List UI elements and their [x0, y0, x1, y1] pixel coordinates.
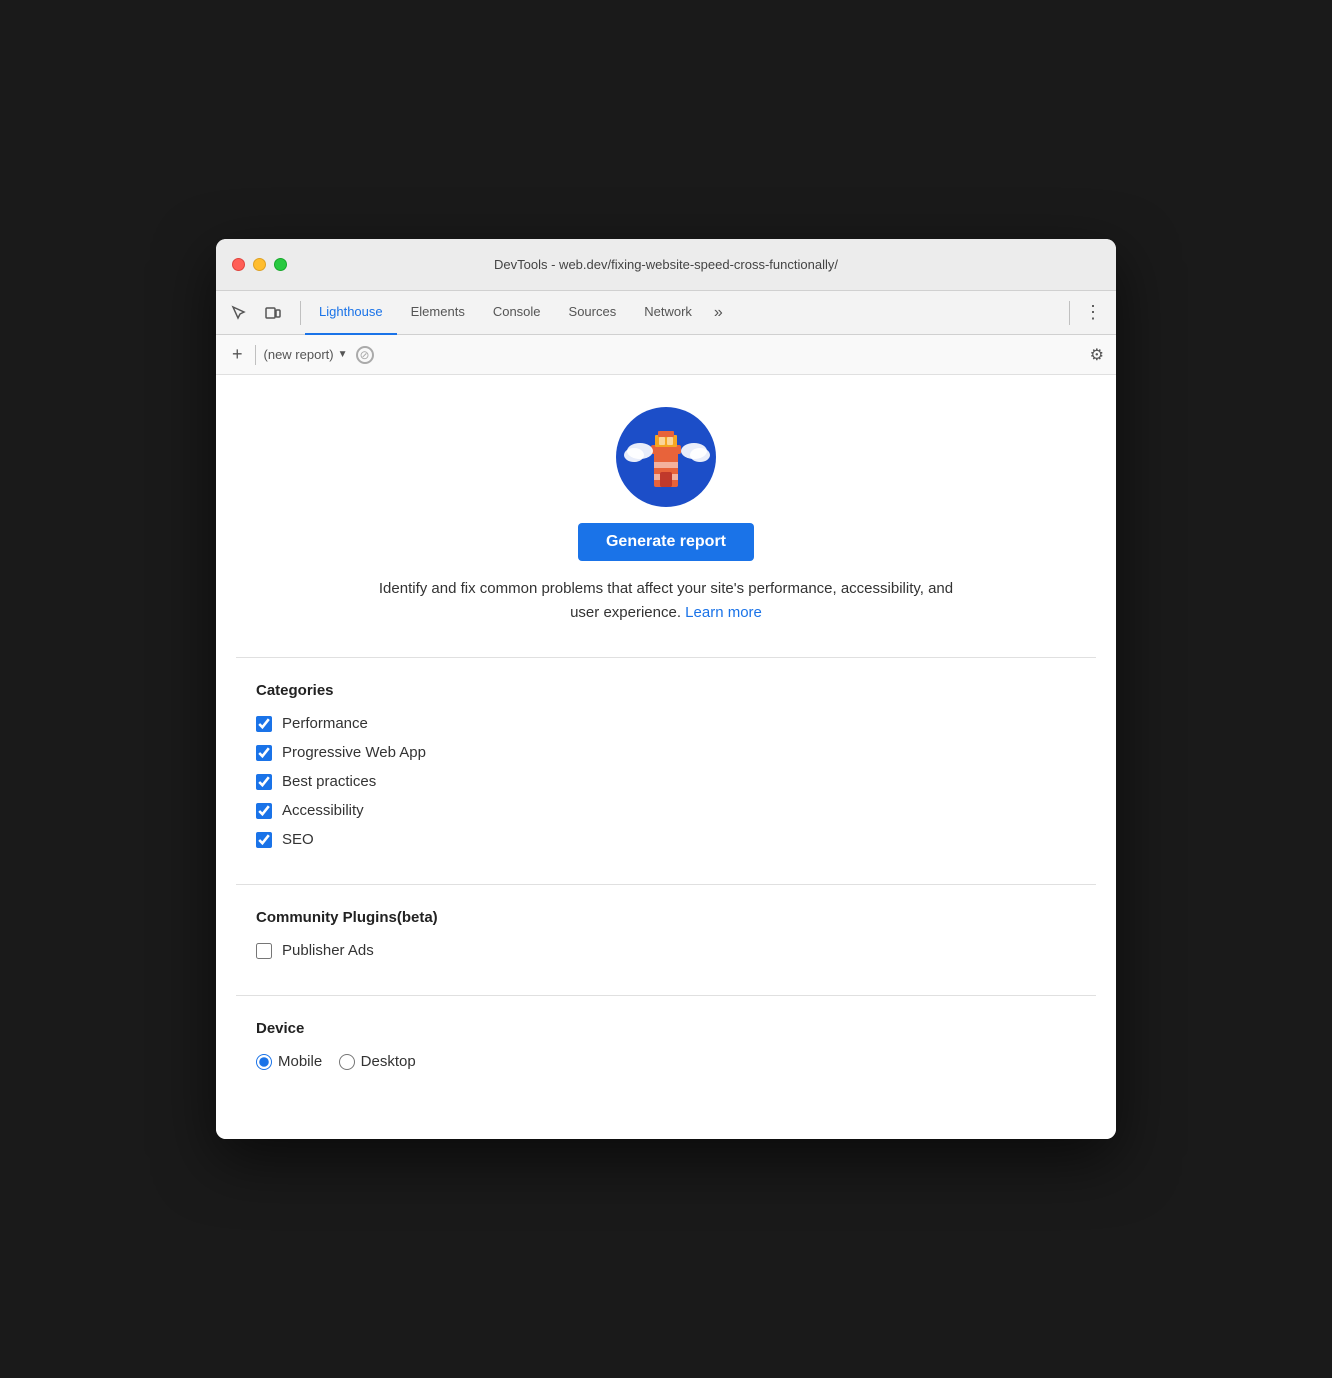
checkbox-publisher-ads[interactable]: Publisher Ads: [256, 942, 1076, 959]
hero-section: Generate report Identify and fix common …: [236, 407, 1096, 658]
inspect-icon[interactable]: [224, 298, 254, 328]
new-report-button[interactable]: +: [228, 342, 247, 367]
device-toggle-icon[interactable]: [258, 298, 288, 328]
tabs-container: Lighthouse Elements Console Sources Netw…: [305, 291, 731, 335]
tab-sources[interactable]: Sources: [555, 291, 631, 335]
hero-description: Identify and fix common problems that af…: [366, 577, 966, 625]
device-section: Device Mobile Desktop: [236, 996, 1096, 1099]
report-selector[interactable]: (new report) ▼: [264, 347, 348, 362]
checkbox-seo[interactable]: SEO: [256, 831, 1076, 848]
block-icon[interactable]: ⊘: [356, 346, 374, 364]
traffic-lights: [232, 258, 287, 271]
tab-lighthouse[interactable]: Lighthouse: [305, 291, 397, 335]
subtoolbar: + (new report) ▼ ⊘ ⚙: [216, 335, 1116, 375]
close-button[interactable]: [232, 258, 245, 271]
community-plugins-section: Community Plugins(beta) Publisher Ads: [236, 885, 1096, 996]
community-plugins-title: Community Plugins(beta): [256, 909, 1076, 926]
more-tabs-button[interactable]: »: [706, 291, 731, 335]
learn-more-link[interactable]: Learn more: [685, 604, 762, 621]
settings-icon[interactable]: ⚙: [1090, 345, 1104, 365]
checkbox-accessibility[interactable]: Accessibility: [256, 802, 1076, 819]
categories-title: Categories: [256, 682, 1076, 699]
toolbar-icons: [224, 298, 288, 328]
more-options-button[interactable]: ⋮: [1078, 298, 1108, 327]
lighthouse-logo: [616, 407, 716, 507]
checkbox-best-practices[interactable]: Best practices: [256, 773, 1076, 790]
minimize-button[interactable]: [253, 258, 266, 271]
checkbox-pwa[interactable]: Progressive Web App: [256, 744, 1076, 761]
maximize-button[interactable]: [274, 258, 287, 271]
device-title: Device: [256, 1020, 1076, 1037]
tab-elements[interactable]: Elements: [397, 291, 479, 335]
titlebar: DevTools - web.dev/fixing-website-speed-…: [216, 239, 1116, 291]
devtools-window: DevTools - web.dev/fixing-website-speed-…: [216, 239, 1116, 1139]
toolbar-divider: [300, 301, 301, 325]
window-title: DevTools - web.dev/fixing-website-speed-…: [494, 257, 838, 272]
toolbar-right: ⋮: [1065, 298, 1108, 327]
device-options: Mobile Desktop: [256, 1053, 1076, 1075]
dropdown-icon: ▼: [338, 349, 348, 360]
generate-report-button[interactable]: Generate report: [578, 523, 754, 561]
categories-section: Categories Performance Progressive Web A…: [236, 658, 1096, 885]
tab-network[interactable]: Network: [630, 291, 706, 335]
tab-console[interactable]: Console: [479, 291, 555, 335]
toolbar-right-divider: [1069, 301, 1070, 325]
subtoolbar-divider: [255, 345, 256, 365]
radio-desktop[interactable]: Desktop: [339, 1053, 416, 1070]
radio-mobile[interactable]: Mobile: [256, 1053, 322, 1070]
lighthouse-content: Generate report Identify and fix common …: [216, 375, 1116, 1139]
devtools-toolbar: Lighthouse Elements Console Sources Netw…: [216, 291, 1116, 335]
checkbox-performance[interactable]: Performance: [256, 715, 1076, 732]
